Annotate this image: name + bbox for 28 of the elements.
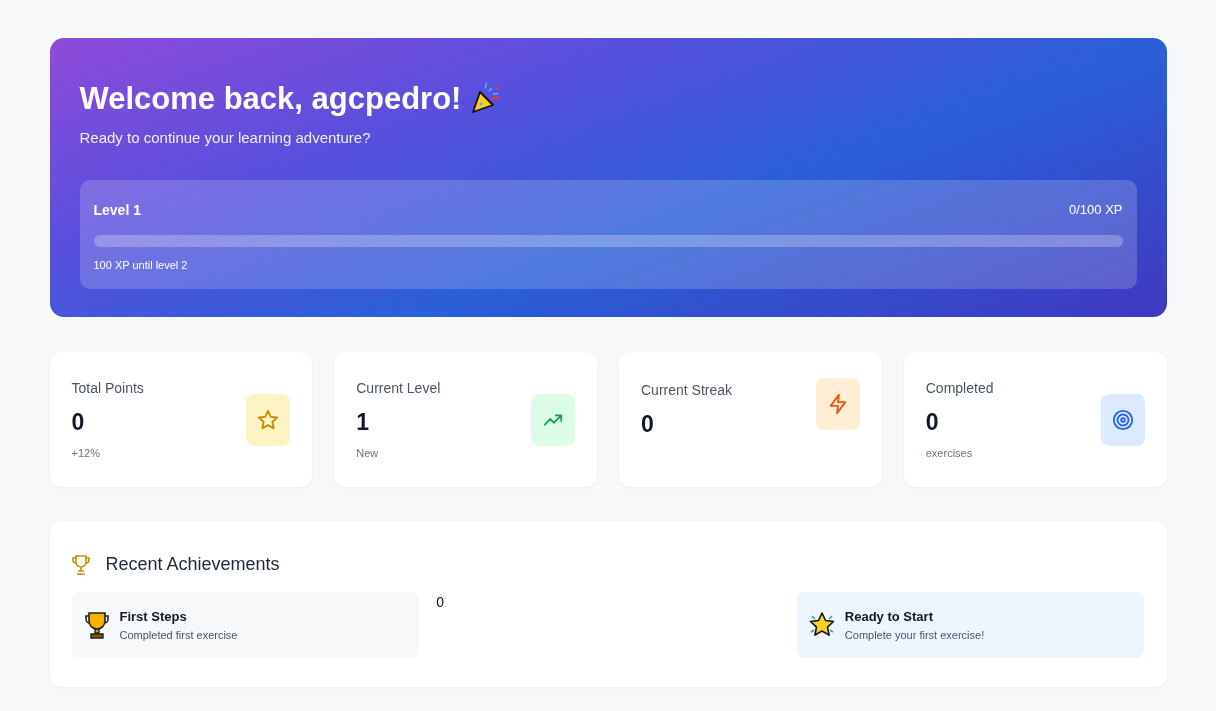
stat-value: 1 <box>356 407 371 437</box>
level-label: Level 1 <box>93 200 141 220</box>
stat-caption: exercises <box>925 446 974 461</box>
stat-caption: New <box>356 446 380 461</box>
stat-value: 0 <box>925 407 940 437</box>
sparkle-star-icon <box>808 612 835 638</box>
welcome-subtitle: Ready to continue your learning adventure? <box>79 128 372 149</box>
xp-remaining-note: 100 XP until level 2 <box>93 257 189 273</box>
lightning-icon <box>815 378 860 430</box>
achievement-title: Ready to Start <box>844 608 934 626</box>
stat-label: Current Level <box>356 378 441 398</box>
trending-up-icon <box>531 393 575 446</box>
stat-label: Completed <box>925 378 994 398</box>
target-icon <box>1100 393 1145 446</box>
stat-label: Current Streak <box>641 381 733 400</box>
section-title: Recent Achievements <box>105 553 280 576</box>
xp-reading: 0/100 XP <box>1069 201 1123 220</box>
trophy-icon <box>83 610 110 640</box>
achievement-description: Complete your first exercise! <box>844 627 985 643</box>
achievement-description: Completed first exercise <box>119 627 238 643</box>
stat-value: 0 <box>71 407 86 437</box>
achievement-title: First Steps <box>119 608 188 626</box>
welcome-heading: Welcome back, agcpedro! <box>79 80 462 118</box>
stat-caption: +12% <box>71 446 101 461</box>
achievement-count: 0 <box>435 593 445 612</box>
stat-value: 0 <box>641 410 655 439</box>
stat-label: Total Points <box>71 378 144 398</box>
trophy-icon <box>71 554 90 575</box>
